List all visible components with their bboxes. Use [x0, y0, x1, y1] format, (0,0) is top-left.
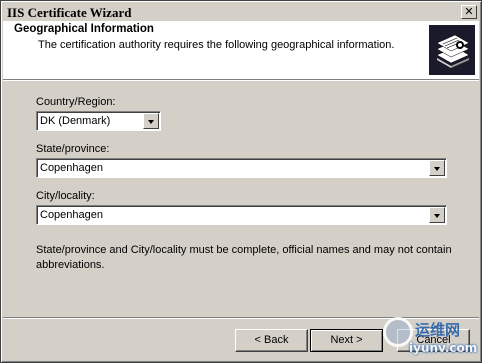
state-combobox[interactable]: Copenhagen	[36, 158, 447, 178]
instruction-note: State/province and City/locality must be…	[36, 244, 452, 271]
watermark: 运维网 iyunv.com	[383, 317, 479, 361]
header-divider	[3, 79, 479, 81]
certificate-stack-icon	[429, 25, 475, 75]
chevron-down-icon[interactable]	[143, 113, 159, 129]
title-bar[interactable]: IIS Certificate Wizard ✕	[3, 3, 479, 21]
back-button[interactable]: < Back	[235, 329, 308, 352]
city-label: City/locality:	[36, 190, 95, 202]
country-label: Country/Region:	[36, 96, 116, 108]
close-button[interactable]: ✕	[461, 5, 477, 19]
country-value: DK (Denmark)	[40, 115, 111, 127]
wizard-header: Geographical Information The certificati…	[3, 21, 479, 79]
watermark-text-primary: 运维网	[415, 321, 461, 339]
state-value: Copenhagen	[40, 162, 104, 174]
window-title: IIS Certificate Wizard	[7, 5, 132, 20]
close-icon: ✕	[464, 5, 474, 18]
country-select[interactable]: DK (Denmark)	[36, 111, 161, 131]
page-subtitle: The certification authority requires the…	[38, 39, 395, 51]
page-title: Geographical Information	[14, 23, 154, 35]
city-combobox[interactable]: Copenhagen	[36, 205, 447, 225]
wizard-window: IIS Certificate Wizard ✕ Geographical In…	[0, 0, 482, 363]
next-button[interactable]: Next >	[310, 329, 383, 352]
state-label: State/province:	[36, 143, 110, 155]
chevron-down-icon[interactable]	[429, 160, 445, 176]
city-value: Copenhagen	[40, 209, 104, 221]
watermark-text-secondary: iyunv.com	[409, 341, 478, 355]
chevron-down-icon[interactable]	[429, 207, 445, 223]
